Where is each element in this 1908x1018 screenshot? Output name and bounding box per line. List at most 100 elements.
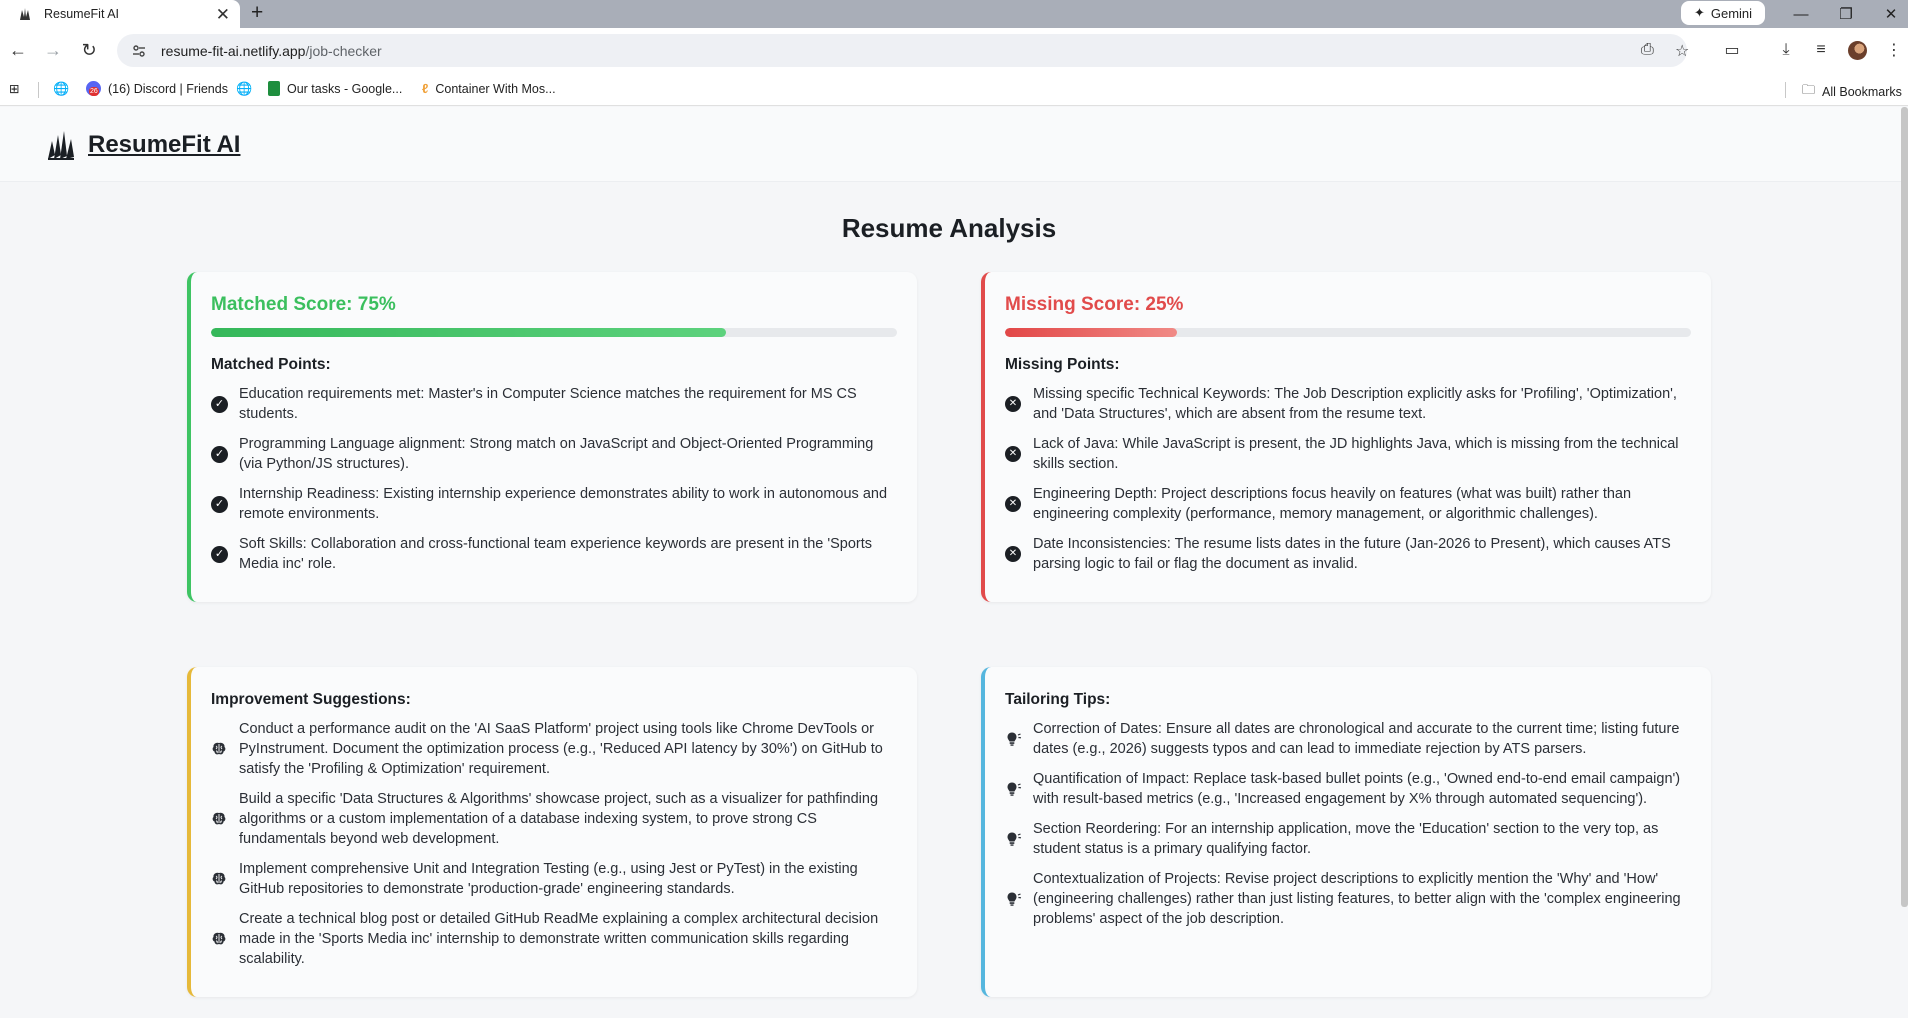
bookmarks-divider (1785, 82, 1786, 98)
list-bullet (211, 811, 239, 827)
missing-point-item: ✕ Missing specific Technical Keywords: Th… (1005, 384, 1691, 424)
bookmark-container-label: Container With Mos... (435, 81, 556, 96)
list-bullet (211, 931, 239, 947)
page-title: Resume Analysis (841, 213, 1057, 243)
url-path: /job-checker (305, 42, 382, 59)
restore-icon[interactable]: ❐ (1831, 0, 1861, 28)
tab-title: ResumeFit AI (44, 7, 120, 21)
all-bookmarks-label: All Bookmarks (1822, 85, 1902, 99)
matched-points-list: ✓ Education requirements met: Master's in… (211, 384, 897, 574)
list-item-text: Programming Language alignment: Strong m… (239, 436, 874, 472)
url-text: resume-fit-ai.netlify.app/job-checker (161, 43, 382, 59)
list-bullet: ✕ (1005, 396, 1033, 412)
profile-avatar[interactable] (1848, 41, 1867, 60)
tailoring-item: Correction of Dates: Ensure all dates ar… (1005, 719, 1691, 759)
lightbulb-icon (1005, 891, 1022, 908)
apps-grid-icon[interactable]: ⊞ (9, 81, 19, 96)
site-settings-icon[interactable] (131, 43, 147, 59)
download-icon[interactable]: ⤓ (1774, 38, 1798, 62)
bookmark-globe-2[interactable]: 🌐 (236, 81, 259, 97)
matched-progress-bar (211, 328, 897, 337)
tailoring-item: Section Reordering: For an internship ap… (1005, 819, 1691, 859)
list-bullet (1005, 831, 1033, 848)
tailoring-title: Tailoring Tips: (1005, 691, 1111, 708)
missing-point-item: ✕ Date Inconsistencies: The resume lists … (1005, 534, 1691, 574)
list-bullet: ✓ (211, 395, 239, 413)
url-host: resume-fit-ai.netlify.app (161, 42, 306, 59)
matched-points-title: Matched Points: (211, 356, 331, 373)
list-bullet: ✕ (1005, 446, 1033, 462)
list-item-text: Engineering Depth: Project descriptions … (1033, 486, 1632, 522)
list-bullet: ✕ (1005, 546, 1033, 562)
list-item-text: Education requirements met: Master's in … (239, 386, 857, 422)
address-bar[interactable]: resume-fit-ai.netlify.app/job-checker ⎙ … (117, 34, 1689, 67)
leetcode-icon: ℓ (422, 81, 429, 96)
improvement-list: Conduct a performance audit on the 'AI S… (211, 719, 897, 969)
list-item-text: Missing specific Technical Keywords: The… (1033, 386, 1677, 422)
x-circle-icon: ✕ (1005, 396, 1021, 412)
bookmark-our-tasks[interactable]: Our tasks - Google... (268, 81, 402, 96)
bookmark-our-tasks-label: Our tasks - Google... (287, 81, 403, 96)
bookmark-discord[interactable]: 26 (16) Discord | Friends (86, 81, 228, 96)
reload-icon[interactable]: ↻ (76, 37, 102, 63)
tab-resumefit[interactable]: ResumeFit AI ✕ (0, 0, 240, 28)
list-item-text: Date Inconsistencies: The resume lists d… (1033, 536, 1671, 572)
app-header: ResumeFit AI (0, 107, 1908, 182)
close-window-icon[interactable]: ✕ (1876, 0, 1906, 28)
improvement-card: Improvement Suggestions: Conduct a perfo… (187, 667, 917, 997)
forward-icon[interactable]: → (40, 37, 66, 63)
matched-point-item: ✓ Programming Language alignment: Strong … (211, 434, 897, 474)
install-app-icon[interactable]: ⎙ (1641, 41, 1654, 59)
missing-points-title: Missing Points: (1005, 356, 1120, 373)
brain-icon (211, 741, 227, 757)
matched-score-title: Matched Score: 75% (211, 294, 396, 315)
missing-card: Missing Score: 25% Missing Points: ✕ Miss… (981, 272, 1711, 602)
tab-close-icon[interactable]: ✕ (216, 5, 230, 25)
gemini-spark-icon: ✦ (1693, 5, 1705, 20)
check-circle-icon: ✓ (211, 395, 228, 413)
browser-toolbar: ← → ↻ resume-fit-ai.netlify.app/job-chec… (0, 28, 1908, 73)
browser-menu-icon[interactable]: ⋮ (1882, 38, 1906, 62)
tailoring-item: Contextualization of Projects: Revise pr… (1005, 869, 1691, 929)
list-item-text: Contextualization of Projects: Revise pr… (1033, 871, 1681, 927)
check-circle-icon: ✓ (211, 545, 228, 563)
all-bookmarks[interactable]: 🗀 All Bookmarks (1802, 81, 1902, 103)
tailoring-card: Tailoring Tips: Correction of Dates: Ens… (981, 667, 1711, 997)
list-item-text: Conduct a performance audit on the 'AI S… (239, 721, 883, 777)
bookmark-star-icon[interactable]: ☆ (1675, 41, 1689, 61)
bookmark-discord-label: (16) Discord | Friends (108, 81, 228, 96)
bookmarks-bar: ⊞ 🌐 26 (16) Discord | Friends 🌐 Our task… (0, 73, 1908, 106)
list-bullet (1005, 891, 1033, 908)
tailoring-item: Quantification of Impact: Replace task-b… (1005, 769, 1691, 809)
globe-icon: 🌐 (53, 81, 70, 96)
list-bullet: ✓ (211, 545, 239, 563)
bookmark-globe-1[interactable]: 🌐 (53, 81, 76, 97)
list-bullet: ✕ (1005, 496, 1033, 512)
sheets-icon (268, 81, 280, 96)
page-scrollbar[interactable] (1901, 107, 1908, 907)
matched-point-item: ✓ Education requirements met: Master's in… (211, 384, 897, 424)
list-bullet: ✓ (211, 495, 239, 513)
check-circle-icon: ✓ (211, 495, 228, 513)
back-icon[interactable]: ← (5, 37, 31, 63)
brain-icon (211, 871, 227, 887)
brand-link[interactable]: ResumeFit AI (88, 131, 240, 159)
missing-point-item: ✕ Engineering Depth: Project descriptions… (1005, 484, 1691, 524)
folder-icon: 🗀 (1802, 82, 1816, 97)
minimize-icon[interactable]: — (1786, 0, 1816, 28)
improvement-title: Improvement Suggestions: (211, 691, 411, 708)
tab-search-icon[interactable]: ▭ (1720, 38, 1744, 62)
list-item-text: Create a technical blog post or detailed… (239, 911, 879, 967)
bookmark-container[interactable]: ℓ Container With Mos... (422, 81, 556, 96)
list-item-text: Quantification of Impact: Replace task-b… (1033, 771, 1681, 807)
list-bullet (1005, 781, 1033, 798)
missing-points-list: ✕ Missing specific Technical Keywords: Th… (1005, 384, 1691, 574)
list-bullet: ✓ (211, 445, 239, 463)
lightbulb-icon (1005, 831, 1022, 848)
gemini-button[interactable]: ✦ Gemini (1681, 1, 1765, 25)
new-tab-button[interactable]: + (251, 1, 263, 25)
missing-progress-fill (1005, 328, 1177, 337)
media-control-icon[interactable]: ≡ (1809, 38, 1833, 62)
x-circle-icon: ✕ (1005, 446, 1021, 462)
list-item-text: Section Reordering: For an internship ap… (1033, 821, 1659, 857)
